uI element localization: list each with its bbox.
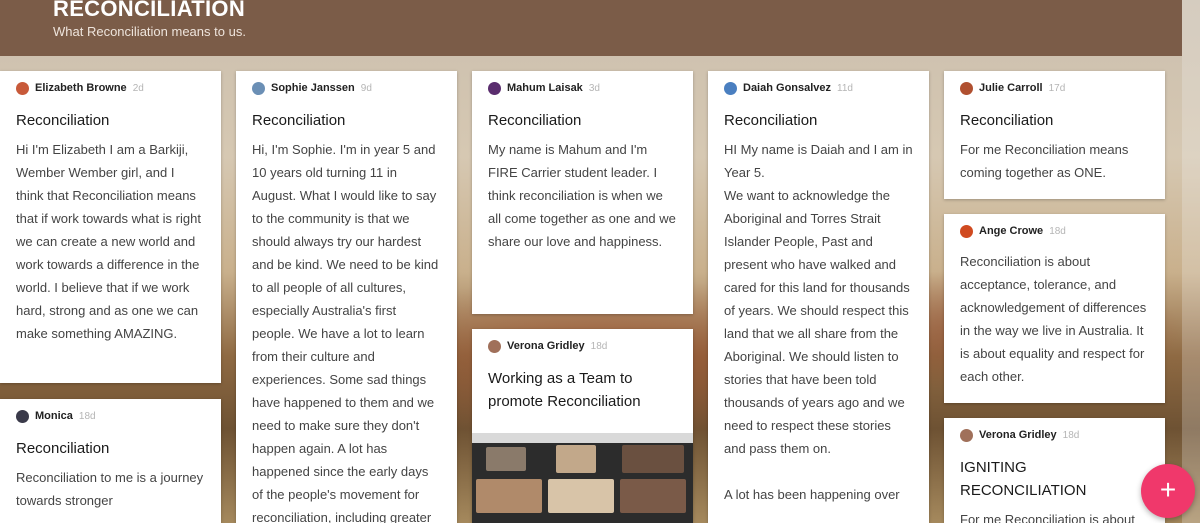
avatar (960, 428, 973, 442)
post-author-row: Elizabeth Browne 2d (16, 71, 205, 105)
post-title: Reconciliation (960, 112, 1054, 129)
scrollbar[interactable] (1182, 0, 1200, 523)
avatar (488, 81, 501, 95)
avatar (488, 339, 501, 353)
post-author-row: Julie Carroll 17d (960, 71, 1149, 105)
post-title: Reconciliation (252, 112, 346, 129)
post-author: Sophie Janssen (271, 82, 355, 94)
participant-tile (548, 479, 614, 513)
post-title: IGNITING RECONCILIATION (960, 459, 1087, 499)
participant-tile (486, 447, 526, 471)
participant-tile (556, 445, 596, 473)
post-title: Working as a Team to promote Reconciliat… (488, 370, 641, 410)
avatar (960, 81, 973, 95)
post-author: Verona Gridley (979, 429, 1057, 441)
post-age: 9d (360, 82, 372, 94)
post-author: Elizabeth Browne (35, 82, 127, 94)
participant-tile (476, 479, 542, 513)
avatar (724, 81, 737, 95)
post-author-row: Daiah Gonsalvez 11d (724, 71, 913, 105)
post-card[interactable]: Monica 18d Reconciliation Reconciliation… (0, 399, 221, 523)
post-card[interactable]: Julie Carroll 17d Reconciliation For me … (944, 71, 1165, 199)
video-call-screenshot[interactable] (472, 433, 693, 523)
post-card[interactable]: Mahum Laisak 3d Reconciliation My name i… (472, 71, 693, 314)
post-body: Reconciliation is about acceptance, tole… (960, 254, 1147, 384)
post-author-row: Verona Gridley 18d (960, 418, 1149, 452)
browser-toolbar (472, 433, 693, 443)
post-title: Reconciliation (16, 440, 110, 457)
post-author: Daiah Gonsalvez (743, 82, 832, 94)
post-age: 18d (78, 410, 96, 422)
avatar (960, 224, 973, 238)
post-author: Julie Carroll (979, 82, 1043, 94)
post-author-row: Monica 18d (16, 399, 205, 433)
post-body: For me Reconciliation is about (960, 512, 1135, 523)
post-body: For me Reconciliation means coming toget… (960, 142, 1129, 180)
post-card[interactable]: Verona Gridley 18d IGNITING RECONCILIATI… (944, 418, 1165, 523)
post-card[interactable]: Sophie Janssen 9d Reconciliation Hi, I'm… (236, 71, 457, 523)
post-card[interactable]: Verona Gridley 18d Working as a Team to … (472, 329, 693, 523)
post-body: My name is Mahum and I'm FIRE Carrier st… (488, 142, 676, 249)
avatar (16, 409, 29, 423)
post-author: Mahum Laisak (507, 82, 583, 94)
post-body: HI My name is Daiah and I am in Year 5. … (724, 142, 913, 502)
post-card[interactable]: Elizabeth Browne 2d Reconciliation Hi I'… (0, 71, 221, 383)
post-age: 17d (1048, 82, 1066, 94)
post-age: 18d (590, 340, 608, 352)
post-age: 18d (1049, 225, 1066, 237)
avatar (16, 81, 29, 95)
board-title: RECONCILIATION (53, 0, 246, 21)
post-card[interactable]: Ange Crowe 18d Reconciliation is about a… (944, 214, 1165, 403)
post-body: Reconciliation to me is a journey toward… (16, 470, 204, 508)
add-post-button[interactable]: + (1141, 464, 1195, 518)
post-age: 2d (132, 82, 144, 94)
post-title: Reconciliation (488, 112, 582, 129)
post-author: Ange Crowe (979, 225, 1044, 237)
post-author-row: Sophie Janssen 9d (252, 71, 441, 105)
post-author: Verona Gridley (507, 340, 585, 352)
participant-tile (620, 479, 686, 513)
board-header: RECONCILIATION What Reconciliation means… (0, 0, 1182, 56)
participant-tile (622, 445, 684, 473)
post-card[interactable]: Daiah Gonsalvez 11d Reconciliation HI My… (708, 71, 929, 523)
post-age: 3d (588, 82, 600, 94)
post-title: Reconciliation (724, 112, 818, 129)
post-author-row: Verona Gridley 18d (488, 329, 677, 363)
post-author-row: Mahum Laisak 3d (488, 71, 677, 105)
post-title: Reconciliation (16, 112, 110, 129)
post-author-row: Ange Crowe 18d (960, 214, 1149, 248)
post-age: 11d (837, 82, 853, 94)
avatar (252, 81, 265, 95)
post-author: Monica (35, 410, 73, 422)
post-body: Hi, I'm Sophie. I'm in year 5 and 10 yea… (252, 142, 439, 523)
board-subtitle: What Reconciliation means to us. (53, 24, 246, 39)
post-age: 18d (1062, 429, 1080, 441)
post-body: Hi I'm Elizabeth I am a Barkiji, Wember … (16, 142, 201, 341)
